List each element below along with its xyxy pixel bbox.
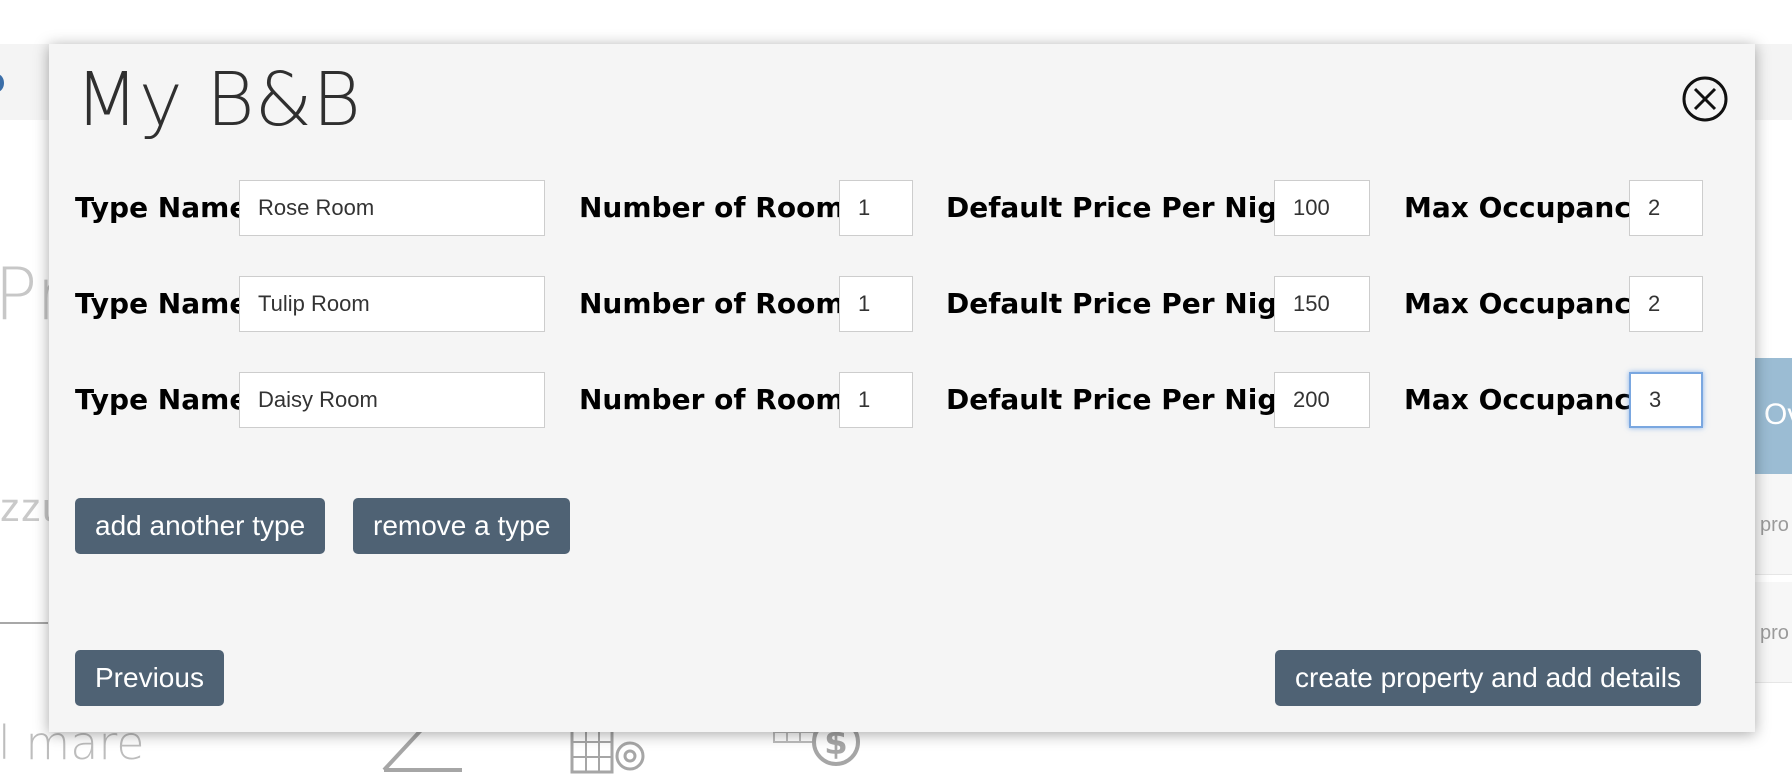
background-list-row: pro bbox=[1752, 582, 1792, 683]
number-of-rooms-input[interactable] bbox=[839, 372, 913, 428]
background-overview-tab: Ov bbox=[1752, 358, 1792, 474]
background-overview-label: Ov bbox=[1764, 398, 1792, 431]
number-of-rooms-label: Number of Rooms bbox=[579, 287, 862, 320]
max-occupancy-label: Max Occupancy bbox=[1404, 383, 1650, 416]
background-divider bbox=[0, 622, 48, 624]
modal-title: My B&B bbox=[75, 57, 361, 143]
number-of-rooms-label: Number of Rooms bbox=[579, 191, 862, 224]
max-occupancy-label: Max Occupancy bbox=[1404, 287, 1650, 320]
remove-a-type-button[interactable]: remove a type bbox=[353, 498, 571, 554]
number-of-rooms-label: Number of Rooms bbox=[579, 383, 862, 416]
max-occupancy-label: Max Occupancy bbox=[1404, 191, 1650, 224]
previous-button[interactable]: Previous bbox=[75, 650, 224, 706]
background-list-row: pro bbox=[1752, 474, 1792, 575]
room-type-row: Type Name Number of Rooms Default Price … bbox=[75, 276, 1755, 332]
type-name-input[interactable] bbox=[239, 276, 545, 332]
number-of-rooms-input[interactable] bbox=[839, 180, 913, 236]
default-price-input[interactable] bbox=[1274, 276, 1370, 332]
property-setup-modal: My B&B Type Name Number of Rooms Default… bbox=[49, 44, 1755, 732]
room-type-row: Type Name Number of Rooms Default Price … bbox=[75, 180, 1755, 236]
number-of-rooms-input[interactable] bbox=[839, 276, 913, 332]
max-occupancy-input[interactable] bbox=[1629, 372, 1703, 428]
room-type-row: Type Name Number of Rooms Default Price … bbox=[75, 372, 1755, 428]
default-price-label: Default Price Per Night bbox=[946, 383, 1311, 416]
type-name-input[interactable] bbox=[239, 180, 545, 236]
type-name-input[interactable] bbox=[239, 372, 545, 428]
background-list-row-label: pro bbox=[1760, 514, 1789, 536]
default-price-input[interactable] bbox=[1274, 372, 1370, 428]
default-price-input[interactable] bbox=[1274, 180, 1370, 236]
type-name-label: Type Name bbox=[75, 191, 249, 224]
type-name-label: Type Name bbox=[75, 383, 249, 416]
add-another-type-button[interactable]: add another type bbox=[75, 498, 326, 554]
close-icon[interactable] bbox=[1680, 74, 1730, 124]
default-price-label: Default Price Per Night bbox=[946, 287, 1311, 320]
max-occupancy-input[interactable] bbox=[1629, 276, 1703, 332]
background-list-row-label: pro bbox=[1760, 622, 1789, 644]
default-price-label: Default Price Per Night bbox=[946, 191, 1311, 224]
type-name-label: Type Name bbox=[75, 287, 249, 320]
create-property-button[interactable]: create property and add details bbox=[1275, 650, 1702, 706]
max-occupancy-input[interactable] bbox=[1629, 180, 1703, 236]
